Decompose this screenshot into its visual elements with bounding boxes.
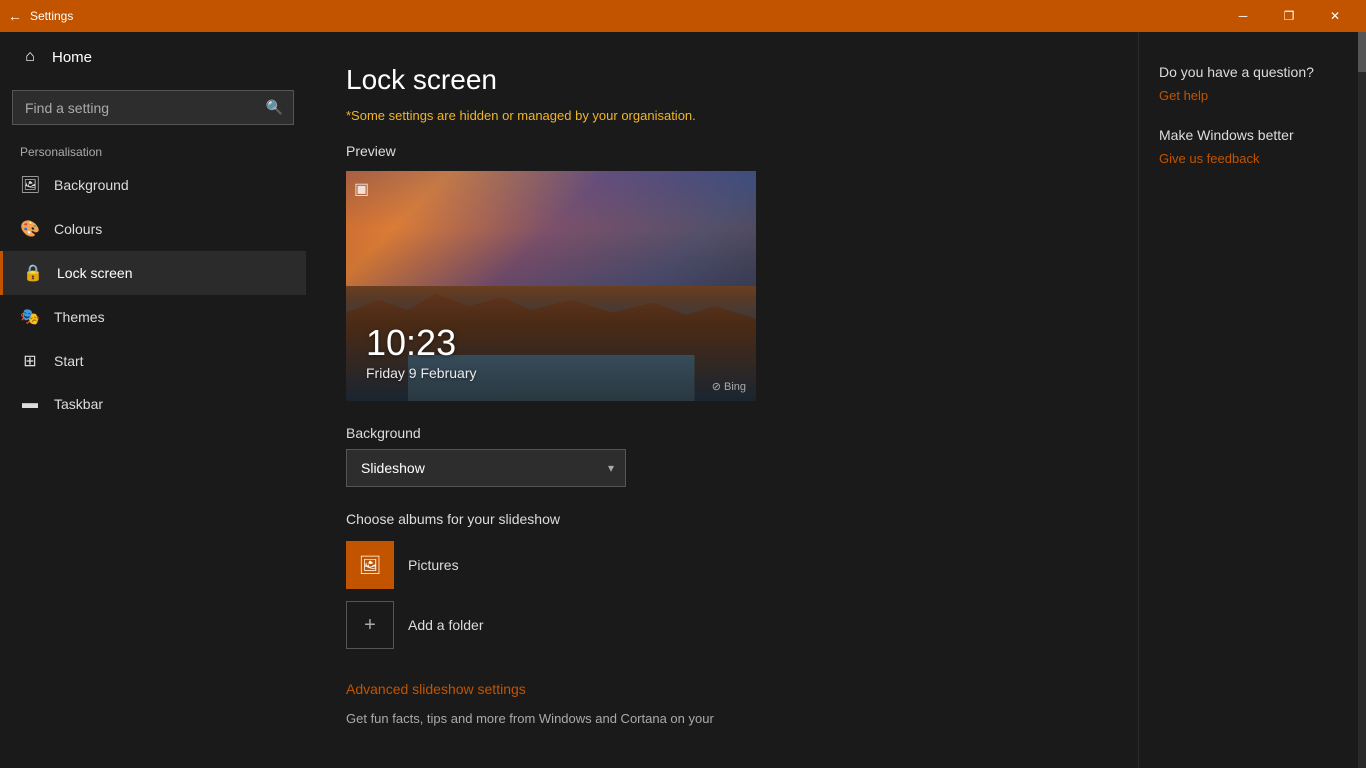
background-select[interactable]: Windows spotlight Picture Slideshow — [346, 449, 626, 487]
minimize-button[interactable]: ─ — [1220, 0, 1266, 32]
advanced-slideshow-link[interactable]: Advanced slideshow settings — [346, 681, 526, 697]
titlebar: ← Settings ─ ❐ ✕ — [0, 0, 1366, 32]
scrollbar-thumb[interactable] — [1358, 32, 1366, 72]
sidebar-item-start-label: Start — [54, 353, 84, 369]
give-feedback-link[interactable]: Give us feedback — [1159, 151, 1338, 166]
search-container: 🔍 — [0, 82, 306, 137]
restore-icon: ❐ — [1284, 9, 1295, 23]
album-name-pictures: Pictures — [408, 557, 459, 573]
preview-image: ▣ 10:23 Friday 9 February ⊘ Bing — [346, 171, 756, 401]
lock-screen-preview: ▣ 10:23 Friday 9 February ⊘ Bing — [346, 171, 756, 401]
sidebar-item-themes-label: Themes — [54, 309, 105, 325]
page-title: Lock screen — [346, 64, 1098, 96]
sidebar-item-colours[interactable]: 🎨 Colours — [0, 207, 306, 251]
background-icon: 🖼 — [20, 175, 40, 195]
background-label: Background — [346, 425, 1098, 441]
back-button[interactable]: ← — [8, 8, 22, 24]
sidebar-item-taskbar[interactable]: ▬ Taskbar — [0, 383, 306, 425]
preview-monitor-icon: ▣ — [354, 179, 369, 199]
restore-button[interactable]: ❐ — [1266, 0, 1312, 32]
close-icon: ✕ — [1330, 9, 1340, 23]
add-folder-item[interactable]: + Add a folder — [346, 601, 1098, 649]
search-input[interactable] — [13, 92, 256, 124]
sidebar-item-themes[interactable]: 🎭 Themes — [0, 295, 306, 339]
help-improve: Make Windows better — [1159, 127, 1338, 143]
get-help-link[interactable]: Get help — [1159, 88, 1338, 103]
search-button[interactable]: 🔍 — [256, 91, 293, 124]
album-thumb-pictures: 🖼 — [346, 541, 394, 589]
search-box: 🔍 — [12, 90, 294, 125]
sidebar-item-lock-screen-label: Lock screen — [57, 265, 132, 281]
sidebar-home-label: Home — [52, 49, 92, 66]
bottom-text: Get fun facts, tips and more from Window… — [346, 709, 1098, 729]
sidebar-item-start[interactable]: ⊞ Start — [0, 339, 306, 383]
scrollbar-track[interactable] — [1358, 32, 1366, 768]
org-notice: *Some settings are hidden or managed by … — [346, 108, 1098, 123]
preview-time: 10:23 — [366, 325, 736, 361]
minimize-icon: ─ — [1239, 9, 1248, 23]
preview-overlay: ▣ 10:23 Friday 9 February — [346, 171, 756, 401]
sidebar-item-background-label: Background — [54, 177, 129, 193]
sidebar-item-colours-label: Colours — [54, 221, 102, 237]
add-folder-thumb: + — [346, 601, 394, 649]
back-icon: ← — [8, 8, 22, 24]
lock-screen-icon: 🔒 — [23, 263, 43, 283]
pictures-icon: 🖼 — [359, 555, 382, 576]
albums-label: Choose albums for your slideshow — [346, 511, 1098, 527]
home-icon: ⌂ — [20, 48, 40, 66]
preview-date: Friday 9 February — [366, 365, 736, 381]
app-title: Settings — [30, 9, 1220, 23]
sidebar-item-background[interactable]: 🖼 Background — [0, 163, 306, 207]
help-panel: Do you have a question? Get help Make Wi… — [1138, 32, 1358, 768]
right-panel: Lock screen *Some settings are hidden or… — [306, 32, 1366, 768]
window-controls: ─ ❐ ✕ — [1220, 0, 1358, 32]
colours-icon: 🎨 — [20, 219, 40, 239]
close-button[interactable]: ✕ — [1312, 0, 1358, 32]
preview-label: Preview — [346, 143, 1098, 159]
add-folder-plus-icon: + — [364, 614, 376, 637]
main-content: ⌂ Home 🔍 Personalisation 🖼 Background 🎨 … — [0, 32, 1366, 768]
content-area: Lock screen *Some settings are hidden or… — [306, 32, 1138, 768]
sidebar-item-taskbar-label: Taskbar — [54, 396, 103, 412]
start-icon: ⊞ — [20, 351, 40, 371]
album-item-pictures[interactable]: 🖼 Pictures — [346, 541, 1098, 589]
bing-watermark: ⊘ Bing — [712, 380, 746, 393]
themes-icon: 🎭 — [20, 307, 40, 327]
taskbar-icon: ▬ — [20, 395, 40, 413]
sidebar: ⌂ Home 🔍 Personalisation 🖼 Background 🎨 … — [0, 32, 306, 768]
sidebar-item-home[interactable]: ⌂ Home — [0, 32, 306, 82]
add-folder-label: Add a folder — [408, 617, 484, 633]
background-dropdown-wrapper: Windows spotlight Picture Slideshow — [346, 449, 626, 487]
sidebar-item-lock-screen[interactable]: 🔒 Lock screen — [0, 251, 306, 295]
sidebar-section-label: Personalisation — [0, 137, 306, 163]
help-question: Do you have a question? — [1159, 64, 1338, 80]
